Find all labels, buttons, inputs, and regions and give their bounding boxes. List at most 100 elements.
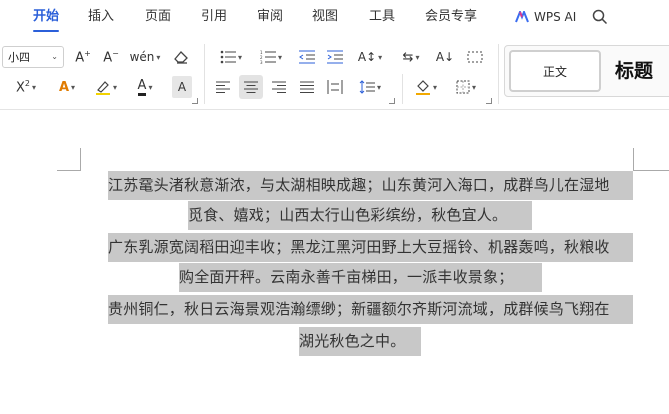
align-right-button[interactable] (268, 76, 290, 98)
show-marks-icon (467, 51, 483, 63)
style-heading-button[interactable]: 标题 (615, 56, 653, 83)
tab-review[interactable]: 审阅 (257, 8, 283, 26)
char-shading-icon: A (177, 80, 187, 94)
increase-indent-button[interactable] (324, 46, 346, 68)
phonetic-guide-icon: wén (129, 50, 155, 64)
selected-text-line[interactable]: 江苏鼋头渚秋意渐浓，与太湖相映成趣；山东黄河入海口，成群鸟儿在湿地 (108, 171, 633, 200)
align-center-icon (244, 81, 258, 93)
numbered-list-button[interactable]: 123 ▾ (256, 46, 286, 68)
chevron-down-icon: ▾ (277, 52, 282, 62)
bullet-list-icon (220, 50, 236, 64)
numbered-list-icon: 123 (260, 50, 276, 64)
phonetic-guide-button[interactable]: wén ▾ (128, 46, 162, 68)
tab-member[interactable]: 会员专享 (425, 8, 477, 26)
selected-text-line[interactable]: 贵州铜仁，秋日云海景观浩瀚缥缈；新疆额尔齐斯河流域，成群候鸟飞翔在 (108, 295, 633, 324)
selected-text-line[interactable]: 购全面开秤。云南永善千亩梯田，一派丰收景象； (179, 263, 542, 292)
tab-references[interactable]: 引用 (201, 8, 227, 26)
sort-icon: A↓ (435, 50, 455, 64)
decrease-indent-icon (299, 50, 315, 64)
shading-button[interactable]: ▾ (410, 76, 442, 98)
align-left-icon (216, 81, 230, 93)
align-left-button[interactable] (212, 76, 234, 98)
sort-button[interactable]: A↓ (434, 46, 456, 68)
line-spacing-button[interactable]: ▾ (354, 76, 386, 98)
font-dialog-launcher[interactable] (192, 98, 198, 104)
line-break-icon: ⇆ (402, 49, 414, 65)
font-color-icon: A (137, 78, 147, 96)
clear-format-button[interactable] (170, 46, 192, 68)
menu-bar: 开始 插入 页面 引用 审阅 视图 工具 会员专享 WPS AI (0, 0, 669, 36)
tab-tools[interactable]: 工具 (369, 8, 395, 26)
justify-button[interactable] (296, 76, 318, 98)
wps-ai-label: WPS AI (534, 10, 577, 24)
chevron-down-icon: ▾ (31, 82, 36, 92)
paragraph-dialog-launcher[interactable] (389, 98, 395, 104)
chevron-down-icon: ▾ (378, 52, 383, 62)
style-gallery: 正文 标题 (504, 45, 669, 97)
selected-text-line[interactable]: 湖光秋色之中。 (299, 327, 421, 356)
tab-home[interactable]: 开始 (33, 8, 59, 26)
borders-icon (456, 80, 470, 94)
superscript-button[interactable]: X2 ▾ (10, 76, 42, 98)
chevron-down-icon: ▾ (432, 82, 437, 92)
chevron-down-icon: ▾ (415, 52, 420, 62)
line-break-button[interactable]: ⇆ ▾ (396, 46, 426, 68)
toolbar-separator (498, 44, 499, 104)
wps-ai-button[interactable]: WPS AI (515, 8, 576, 26)
distribute-icon (327, 80, 343, 94)
chevron-down-icon: ▾ (471, 82, 476, 92)
shrink-font-icon: A− (103, 48, 119, 66)
borders-button[interactable]: ▾ (450, 76, 482, 98)
selected-text-line[interactable]: 广东乳源宽阔稻田迎丰收；黑龙江黑河田野上大豆摇铃、机器轰鸣，秋粮收 (108, 233, 633, 262)
svg-text:3: 3 (260, 60, 263, 64)
chevron-down-icon: ▾ (237, 52, 242, 62)
crop-mark (80, 148, 81, 171)
chevron-down-icon: ▾ (148, 82, 153, 92)
bullet-list-button[interactable]: ▾ (216, 46, 246, 68)
font-color-button[interactable]: A ▾ (130, 76, 160, 98)
text-effect-button[interactable]: A ▾ (52, 76, 82, 98)
show-marks-button[interactable] (464, 46, 486, 68)
style-normal-button[interactable]: 正文 (509, 50, 601, 92)
tab-insert[interactable]: 插入 (88, 8, 114, 26)
borders-dialog-launcher[interactable] (486, 98, 492, 104)
toolbar-separator (402, 74, 403, 104)
chevron-down-icon: ⌄ (51, 52, 58, 61)
line-spacing-icon (359, 80, 375, 94)
decrease-indent-button[interactable] (296, 46, 318, 68)
tab-page[interactable]: 页面 (145, 8, 171, 26)
shrink-font-button[interactable]: A− (100, 46, 122, 68)
increase-indent-icon (327, 50, 343, 64)
crop-mark (57, 170, 80, 171)
chevron-down-icon: ▾ (156, 52, 161, 62)
text-direction-icon: A↕ (357, 50, 377, 64)
distribute-button[interactable] (324, 76, 346, 98)
style-normal-label: 正文 (542, 64, 567, 79)
grow-font-button[interactable]: A+ (72, 46, 94, 68)
grow-font-icon: A+ (75, 48, 91, 66)
font-size-select[interactable]: 小四 ⌄ (2, 46, 64, 68)
document-page[interactable]: 江苏鼋头渚秋意渐浓，与太湖相映成趣；山东黄河入海口，成群鸟儿在湿地 觅食、嬉戏；… (0, 111, 669, 414)
highlighter-icon (95, 81, 110, 95)
justify-icon (300, 81, 314, 93)
search-icon[interactable] (591, 8, 609, 26)
text-effect-icon: A (58, 79, 70, 95)
chevron-down-icon: ▾ (376, 82, 381, 92)
crop-mark (633, 148, 634, 171)
tab-view[interactable]: 视图 (312, 8, 338, 26)
chevron-down-icon: ▾ (71, 82, 76, 92)
eraser-icon (174, 51, 188, 64)
crop-mark (633, 170, 669, 171)
char-shading-button[interactable]: A (172, 76, 192, 98)
align-center-button[interactable] (239, 75, 263, 99)
selected-text-line[interactable]: 觅食、嬉戏；山西太行山色彩缤纷，秋色宜人。 (188, 201, 532, 230)
toolbar-separator (204, 44, 205, 104)
superscript-icon: X2 (15, 78, 30, 96)
wps-ai-icon (515, 11, 529, 23)
chevron-down-icon: ▾ (112, 82, 117, 92)
active-tab-indicator (33, 30, 59, 32)
text-direction-button[interactable]: A↕ ▾ (354, 46, 386, 68)
highlight-button[interactable]: ▾ (90, 76, 122, 98)
paint-bucket-icon (415, 80, 430, 95)
align-right-icon (272, 81, 286, 93)
